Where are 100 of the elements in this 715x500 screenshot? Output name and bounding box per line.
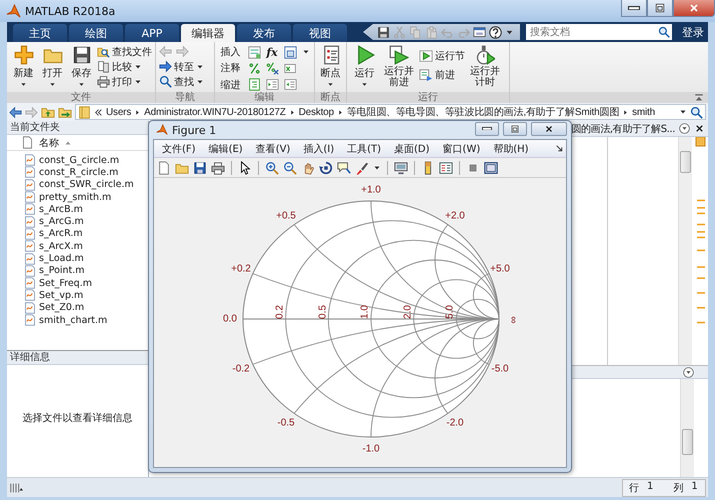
search-field[interactable]: 搜索文档	[526, 24, 656, 40]
windows-icon[interactable]	[473, 26, 486, 38]
breakpoints-button[interactable]: 断点	[318, 45, 343, 88]
path-segment[interactable]: smith	[632, 106, 655, 118]
menu-item[interactable]: 窗口(W)	[442, 142, 480, 156]
find-files-button[interactable]: 查找文件	[97, 45, 152, 58]
menu-item[interactable]: 桌面(D)	[394, 142, 430, 156]
path-segment[interactable]: Desktop	[298, 106, 334, 118]
go-to-button[interactable]: 转至	[159, 60, 204, 73]
zoom-out-icon[interactable]	[283, 160, 297, 174]
file-item[interactable]: smith_chart.m	[7, 314, 148, 326]
indent-button[interactable]: 缩进	[220, 78, 240, 92]
scrollbar-thumb[interactable]	[682, 429, 693, 455]
editor-tab[interactable]: 圆的画法,有助于了解S...	[572, 122, 675, 136]
path-segment[interactable]: Users	[106, 106, 132, 118]
file-item[interactable]: s_Point.m	[7, 264, 148, 277]
percent-icon[interactable]	[248, 62, 260, 75]
zoom-in-icon[interactable]	[265, 160, 279, 174]
ribbon-tab[interactable]: 主页	[13, 24, 67, 42]
caret-icon[interactable]	[373, 164, 381, 172]
grip-icon[interactable]	[9, 480, 23, 494]
menu-item[interactable]: 工具(T)	[347, 142, 382, 156]
monitor-icon[interactable]	[394, 160, 408, 174]
new-file-icon[interactable]	[157, 160, 171, 174]
file-item[interactable]: const_SWR_circle.m	[7, 178, 148, 191]
scrollbar-thumb[interactable]	[680, 151, 691, 173]
path-segment[interactable]: 等电阻圆、等电导圆、等驻波比圆的画法,有助于了解Smith圆图	[346, 105, 620, 119]
menu-item[interactable]: 帮助(H)	[493, 142, 529, 156]
indent-icon[interactable]	[266, 78, 278, 92]
window-icon[interactable]	[484, 160, 498, 174]
file-item[interactable]: s_ArcG.m	[7, 215, 148, 228]
close-icon[interactable]	[694, 123, 705, 134]
menu-item[interactable]: 编辑(E)	[208, 142, 243, 156]
open-button[interactable]: 打开	[39, 45, 66, 88]
ribbon-tab[interactable]: 绘图	[69, 24, 123, 42]
login-button[interactable]: 登录	[678, 22, 708, 42]
run-and-time-button[interactable]: 运行并计时	[467, 45, 503, 88]
pointer-icon[interactable]	[238, 160, 252, 174]
file-item[interactable]: const_G_circle.m	[7, 154, 148, 166]
insert-button[interactable]: 插入	[220, 46, 240, 59]
file-item[interactable]: const_R_circle.m	[7, 166, 148, 179]
menu-item[interactable]: 文件(F)	[162, 142, 196, 156]
help-icon[interactable]	[489, 26, 502, 38]
column-header[interactable]: 名称	[7, 135, 148, 151]
browse-folder-icon[interactable]	[58, 105, 72, 119]
run-section-button[interactable]: 运行节	[419, 49, 465, 62]
scrollbar[interactable]	[678, 137, 692, 365]
find-button[interactable]: 查找	[159, 75, 204, 88]
folder-up-icon[interactable]	[41, 105, 55, 119]
ribbon-tab[interactable]: 发布	[237, 24, 291, 42]
search-button[interactable]	[656, 24, 672, 40]
search-icon	[159, 75, 172, 88]
new-button[interactable]: 新建	[10, 45, 37, 88]
close-button[interactable]	[531, 122, 567, 136]
legend-icon[interactable]	[439, 160, 453, 174]
save-icon[interactable]	[193, 160, 207, 174]
file-item[interactable]: s_Load.m	[7, 252, 148, 265]
ribbon-tab[interactable]: APP	[125, 24, 179, 42]
outdent-icon[interactable]	[284, 78, 296, 92]
maximize-button[interactable]	[503, 122, 527, 136]
smart-indent-icon[interactable]	[248, 78, 260, 92]
path-field[interactable]: Users Administrator.WIN7U-20180127Z Desktop 等电阻圆、等电导圆、等驻波比圆的画法,有助于了解Smith圆图 smith	[75, 104, 706, 120]
panel-menu-icon[interactable]	[683, 366, 694, 378]
file-item[interactable]: s_ArcB.m	[7, 203, 148, 216]
brush-icon[interactable]	[355, 160, 369, 174]
dock-arrow-icon[interactable]	[554, 144, 564, 153]
menu-item[interactable]: 查看(V)	[256, 142, 290, 156]
print-button[interactable]: 打印	[97, 75, 152, 88]
print-icon[interactable]	[211, 160, 225, 174]
menu-item[interactable]: 插入(I)	[303, 142, 334, 156]
insert-section-icon[interactable]	[248, 46, 260, 59]
scrollbar[interactable]	[680, 379, 694, 477]
save-icon[interactable]	[377, 26, 390, 38]
comment-button[interactable]: 注释	[220, 62, 240, 75]
rotate-icon[interactable]	[319, 160, 333, 174]
callout-icon[interactable]	[337, 160, 351, 174]
ribbon-tab[interactable]: 视图	[293, 24, 347, 42]
advance-button[interactable]: 前进	[419, 68, 465, 81]
file-item[interactable]: Set_vp.m	[7, 289, 148, 302]
panel-menu-icon[interactable]	[679, 123, 690, 134]
maximize-button[interactable]	[647, 0, 673, 17]
compare-button[interactable]: 比较	[97, 60, 152, 73]
dropdown-icon[interactable]	[679, 108, 687, 116]
file-item[interactable]: s_ArcR.m	[7, 228, 148, 240]
file-item[interactable]: Set_Z0.m	[7, 302, 148, 314]
collapse-icon[interactable]	[694, 92, 704, 102]
file-item[interactable]: pretty_smith.m	[7, 190, 148, 204]
save-button[interactable]: 保存	[68, 45, 95, 88]
back-icon[interactable]	[9, 106, 22, 118]
minimize-button[interactable]	[475, 122, 499, 136]
run-and-advance-button[interactable]: 运行并前进	[381, 45, 417, 88]
file-item[interactable]: s_ArcX.m	[7, 240, 148, 252]
file-item[interactable]: Set_Freq.m	[7, 276, 148, 290]
uncomment-icon[interactable]	[266, 62, 278, 75]
search-icon[interactable]	[690, 106, 703, 118]
minimize-button[interactable]	[621, 0, 647, 17]
insert-function-button[interactable]: fx	[266, 46, 278, 59]
ribbon-tab[interactable]: 编辑器	[181, 24, 235, 42]
path-segment[interactable]: Administrator.WIN7U-20180127Z	[144, 106, 286, 118]
run-button[interactable]: 运行	[350, 45, 379, 88]
